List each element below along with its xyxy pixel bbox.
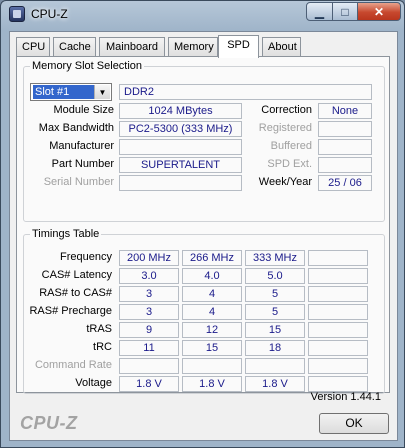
timing-cell	[308, 268, 368, 284]
timing-cell: 11	[119, 340, 179, 356]
minimize-icon: ▁	[314, 4, 325, 19]
tab-cache[interactable]: Cache	[53, 37, 96, 57]
timing-row-label: Frequency	[60, 251, 112, 263]
timing-cell: 1.8 V	[182, 376, 242, 392]
maximize-button[interactable]: □	[332, 2, 358, 21]
timing-cell: 9	[119, 322, 179, 338]
registered-field	[318, 121, 372, 137]
version-label: Version 1.44.1	[310, 391, 381, 403]
timing-cell	[308, 358, 368, 374]
timing-cell	[119, 358, 179, 374]
timing-row-label: tRAS	[86, 323, 112, 335]
timing-cell: 3.0	[119, 268, 179, 284]
timing-cell	[308, 340, 368, 356]
spd-ext-field	[318, 157, 372, 173]
timing-cell: 12	[182, 322, 242, 338]
tab-mainboard[interactable]: Mainboard	[99, 37, 165, 57]
timings-group: Timings Table Frequency 200 MHz 266 MHz 333…	[23, 228, 385, 394]
window-title: CPU-Z	[31, 7, 68, 21]
max-bandwidth-field: PC2-5300 (333 MHz)	[119, 121, 242, 137]
tab-cpu[interactable]: CPU	[16, 37, 50, 57]
timing-row-label: tRC	[93, 341, 112, 353]
cpuz-window: CPU-Z ▁ □ ✕ CPU Cache Mainboard Memory S…	[0, 0, 405, 448]
memory-type-field: DDR2	[119, 84, 372, 100]
serial-number-label: Serial Number	[43, 176, 114, 188]
memory-slot-group: Memory Slot Selection Slot #1 ▼ DDR2 Mod…	[23, 60, 385, 222]
close-button[interactable]: ✕	[357, 2, 401, 21]
timing-row-label: Command Rate	[34, 359, 112, 371]
timing-cell: 5	[245, 286, 305, 302]
minimize-button[interactable]: ▁	[306, 2, 333, 21]
spd-panel: Memory Slot Selection Slot #1 ▼ DDR2 Mod…	[16, 56, 390, 394]
cpuz-app-icon	[9, 6, 25, 22]
client-area: CPU Cache Mainboard Memory SPD About Mem…	[9, 31, 398, 441]
timing-cell	[245, 358, 305, 374]
timing-cell: 333 MHz	[245, 250, 305, 266]
timing-cell: 5.0	[245, 268, 305, 284]
timing-cell: 200 MHz	[119, 250, 179, 266]
week-year-label: Week/Year	[258, 176, 312, 188]
memory-slot-group-title: Memory Slot Selection	[30, 60, 145, 72]
timing-cell: 3	[119, 304, 179, 320]
close-icon: ✕	[373, 4, 385, 19]
timing-cell	[308, 322, 368, 338]
manufacturer-label: Manufacturer	[49, 140, 114, 152]
slot-select[interactable]: Slot #1 ▼	[30, 83, 112, 101]
timing-cell	[308, 250, 368, 266]
title-bar[interactable]: CPU-Z ▁ □ ✕	[1, 1, 404, 29]
tab-about[interactable]: About	[262, 37, 301, 57]
chevron-down-icon[interactable]: ▼	[94, 85, 110, 99]
spd-ext-label: SPD Ext.	[267, 158, 312, 170]
timing-cell: 3	[119, 286, 179, 302]
timing-cell: 4	[182, 286, 242, 302]
part-number-label: Part Number	[51, 158, 114, 170]
timing-cell	[308, 376, 368, 392]
tab-memory[interactable]: Memory	[168, 37, 218, 57]
module-size-label: Module Size	[53, 104, 114, 116]
timing-cell	[308, 286, 368, 302]
timing-cell: 5	[245, 304, 305, 320]
correction-label: Correction	[261, 104, 312, 116]
buffered-label: Buffered	[270, 140, 312, 152]
part-number-field: SUPERTALENT	[119, 157, 242, 173]
registered-label: Registered	[258, 122, 312, 134]
timing-cell: 15	[245, 322, 305, 338]
week-year-field: 25 / 06	[318, 175, 372, 191]
timing-row-label: Voltage	[75, 377, 112, 389]
buffered-field	[318, 139, 372, 155]
timing-cell: 4.0	[182, 268, 242, 284]
tab-spd[interactable]: SPD	[218, 35, 259, 58]
max-bandwidth-label: Max Bandwidth	[38, 122, 114, 134]
serial-number-field	[119, 175, 242, 191]
timings-group-title: Timings Table	[30, 228, 102, 240]
ok-button[interactable]: OK	[319, 413, 389, 434]
manufacturer-field	[119, 139, 242, 155]
cpuz-logo: CPU-Z	[20, 413, 78, 433]
timing-cell: 4	[182, 304, 242, 320]
timing-cell: 1.8 V	[245, 376, 305, 392]
maximize-icon: □	[341, 4, 349, 19]
timing-cell: 266 MHz	[182, 250, 242, 266]
timing-cell: 1.8 V	[119, 376, 179, 392]
timing-cell	[308, 304, 368, 320]
timing-row-label: CAS# Latency	[41, 269, 112, 281]
slot-select-value: Slot #1	[33, 85, 95, 99]
timing-row-label: RAS# Precharge	[29, 305, 112, 317]
timing-cell: 15	[182, 340, 242, 356]
timing-cell: 18	[245, 340, 305, 356]
timing-cell	[182, 358, 242, 374]
module-size-field: 1024 MBytes	[119, 103, 242, 119]
timing-row-label: RAS# to CAS#	[39, 287, 112, 299]
correction-field: None	[318, 103, 372, 119]
